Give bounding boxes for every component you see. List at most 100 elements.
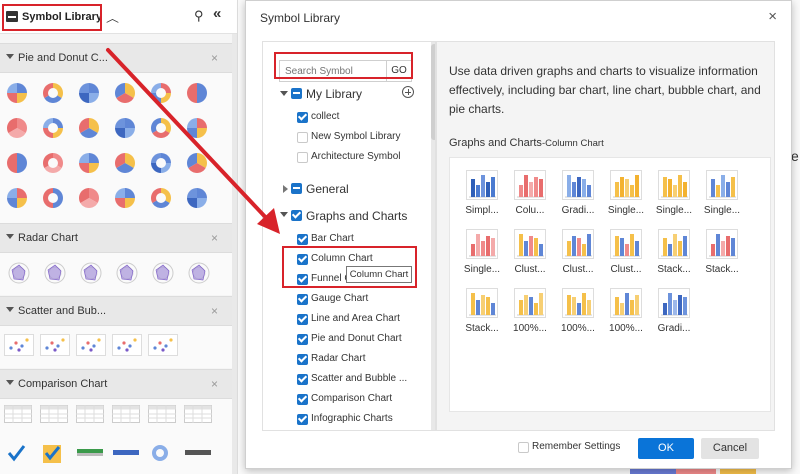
symbol-item[interactable]: Simpl...: [458, 170, 506, 216]
pie-chart-symbol[interactable]: [185, 186, 211, 212]
radar-chart-symbol[interactable]: [115, 261, 141, 287]
comparison-chart-symbol[interactable]: [76, 441, 103, 467]
close-icon[interactable]: ×: [211, 231, 218, 245]
category-checkbox[interactable]: [297, 314, 308, 325]
library-item-architecture[interactable]: Architecture Symbol: [311, 151, 400, 162]
symbol-item[interactable]: Single...: [650, 170, 698, 216]
library-item-new[interactable]: New Symbol Library: [311, 131, 400, 142]
radar-chart-symbol[interactable]: [79, 261, 105, 287]
category-item[interactable]: Radar Chart: [311, 353, 365, 364]
comparison-chart-symbol[interactable]: [4, 441, 30, 467]
pie-chart-symbol[interactable]: [77, 81, 103, 107]
symbol-item[interactable]: Single...: [698, 170, 746, 216]
my-library-checkbox[interactable]: [291, 88, 302, 99]
category-checkbox[interactable]: [297, 334, 308, 345]
comparison-chart-symbol[interactable]: [148, 441, 174, 467]
pie-chart-symbol[interactable]: [5, 186, 31, 212]
graphs-charts-checkbox[interactable]: [291, 210, 302, 221]
ok-button[interactable]: OK: [638, 438, 694, 459]
symbol-item[interactable]: Single...: [602, 170, 650, 216]
pie-chart-symbol[interactable]: [77, 186, 103, 212]
pie-chart-symbol[interactable]: [41, 116, 67, 142]
comparison-chart-symbol[interactable]: [148, 405, 176, 431]
radar-chart-symbol[interactable]: [151, 261, 177, 287]
section-scatter-bubble[interactable]: Scatter and Bub... ×: [0, 296, 232, 326]
category-item[interactable]: Comparison Chart: [311, 393, 392, 404]
pie-chart-symbol[interactable]: [5, 81, 31, 107]
expand-down-icon[interactable]: [280, 212, 288, 217]
scatter-chart-symbol[interactable]: [4, 334, 34, 360]
close-icon[interactable]: ×: [768, 8, 777, 25]
category-checkbox[interactable]: [297, 394, 308, 405]
add-library-icon[interactable]: [402, 86, 414, 98]
scatter-chart-symbol[interactable]: [76, 334, 106, 360]
library-item-collect[interactable]: collect: [311, 111, 339, 122]
pie-chart-symbol[interactable]: [77, 116, 103, 142]
category-checkbox[interactable]: [297, 294, 308, 305]
comparison-chart-symbol[interactable]: [112, 441, 139, 467]
comparison-chart-symbol[interactable]: [184, 405, 212, 431]
double-chevron-left-icon[interactable]: «: [213, 5, 221, 22]
symbol-item[interactable]: Stack...: [698, 229, 746, 275]
section-radar[interactable]: Radar Chart ×: [0, 223, 232, 253]
pie-chart-symbol[interactable]: [113, 81, 139, 107]
pie-chart-symbol[interactable]: [149, 151, 175, 177]
category-checkbox[interactable]: [297, 374, 308, 385]
symbol-item[interactable]: Clust...: [554, 229, 602, 275]
general-checkbox[interactable]: [291, 183, 302, 194]
symbol-item[interactable]: Clust...: [506, 229, 554, 275]
category-item[interactable]: Line and Area Chart: [311, 313, 400, 324]
symbol-item[interactable]: Gradi...: [650, 288, 698, 334]
new-symbol-library-checkbox[interactable]: [297, 132, 308, 143]
symbol-item[interactable]: 100%...: [602, 288, 650, 334]
category-item[interactable]: Gauge Chart: [311, 293, 368, 304]
pie-chart-symbol[interactable]: [185, 151, 211, 177]
symbol-item[interactable]: Clust...: [602, 229, 650, 275]
radar-chart-symbol[interactable]: [187, 261, 213, 287]
pie-chart-symbol[interactable]: [5, 116, 31, 142]
section-pie-donut[interactable]: Pie and Donut C... ×: [0, 43, 232, 73]
category-checkbox[interactable]: [297, 234, 308, 245]
pie-chart-symbol[interactable]: [149, 116, 175, 142]
architecture-symbol-checkbox[interactable]: [297, 152, 308, 163]
symbol-item[interactable]: 100%...: [554, 288, 602, 334]
pie-chart-symbol[interactable]: [113, 186, 139, 212]
comparison-chart-symbol[interactable]: [76, 405, 104, 431]
pie-chart-symbol[interactable]: [113, 116, 139, 142]
pie-chart-symbol[interactable]: [149, 186, 175, 212]
symbol-item[interactable]: Colu...: [506, 170, 554, 216]
collapse-up-icon[interactable]: ︿: [106, 10, 119, 25]
radar-chart-symbol[interactable]: [7, 261, 33, 287]
expand-right-icon[interactable]: [283, 185, 288, 193]
symbol-item[interactable]: 100%...: [506, 288, 554, 334]
pie-chart-symbol[interactable]: [113, 151, 139, 177]
comparison-chart-symbol[interactable]: [40, 405, 68, 431]
category-checkbox[interactable]: [297, 414, 308, 425]
close-icon[interactable]: ×: [211, 51, 218, 65]
category-item[interactable]: Pie and Donut Chart: [311, 333, 402, 344]
symbol-item[interactable]: Single...: [458, 229, 506, 275]
category-item[interactable]: Bar Chart: [311, 233, 354, 244]
pie-chart-symbol[interactable]: [41, 186, 67, 212]
comparison-chart-symbol[interactable]: [40, 441, 66, 467]
pie-chart-symbol[interactable]: [77, 151, 103, 177]
close-icon[interactable]: ×: [211, 377, 218, 391]
close-icon[interactable]: ×: [211, 304, 218, 318]
comparison-chart-symbol[interactable]: [184, 441, 211, 467]
symbol-item[interactable]: Stack...: [458, 288, 506, 334]
search-icon[interactable]: ⚲: [194, 8, 204, 24]
comparison-chart-symbol[interactable]: [112, 405, 140, 431]
scatter-chart-symbol[interactable]: [148, 334, 178, 360]
remember-settings-checkbox[interactable]: [518, 442, 529, 453]
pie-chart-symbol[interactable]: [41, 151, 67, 177]
category-item[interactable]: Infographic Charts: [311, 413, 393, 424]
cancel-button[interactable]: Cancel: [701, 438, 759, 459]
expand-down-icon[interactable]: [280, 91, 288, 96]
symbol-item[interactable]: Stack...: [650, 229, 698, 275]
category-checkbox[interactable]: [297, 354, 308, 365]
symbol-item[interactable]: Gradi...: [554, 170, 602, 216]
comparison-chart-symbol[interactable]: [4, 405, 32, 431]
radar-chart-symbol[interactable]: [43, 261, 69, 287]
scatter-chart-symbol[interactable]: [112, 334, 142, 360]
scatter-chart-symbol[interactable]: [40, 334, 70, 360]
